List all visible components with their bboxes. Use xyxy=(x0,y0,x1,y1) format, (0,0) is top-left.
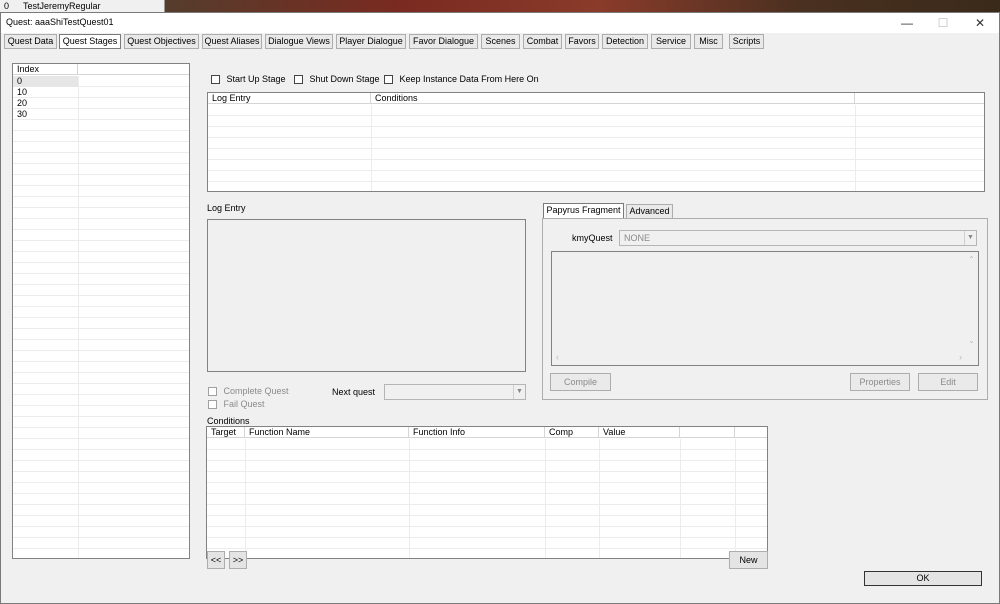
tab-misc[interactable]: Misc xyxy=(694,34,723,49)
index-column-header[interactable]: Index xyxy=(13,64,78,75)
target-column-header[interactable]: Target xyxy=(207,427,245,438)
fail-quest-label: Fail Quest xyxy=(223,399,265,409)
fail-quest-option[interactable]: Fail Quest xyxy=(208,399,265,410)
function-info-column-header[interactable]: Function Info xyxy=(409,427,545,438)
tab-combat[interactable]: Combat xyxy=(523,34,562,49)
keep-instance-label: Keep Instance Data From Here On xyxy=(399,74,539,84)
log-table-rows xyxy=(208,105,984,191)
minimize-button[interactable]: — xyxy=(889,13,925,33)
vertical-scrollbar[interactable]: ⌃ ⌄ xyxy=(965,252,978,352)
window-title: Quest: aaaShiTestQuest01 xyxy=(6,17,114,27)
complete-quest-option[interactable]: Complete Quest xyxy=(208,386,289,397)
column-divider xyxy=(735,439,736,558)
stage-row[interactable]: 0 xyxy=(13,76,78,87)
column-divider xyxy=(245,439,246,558)
maximize-button[interactable]: ☐ xyxy=(925,13,961,33)
tab-scripts[interactable]: Scripts xyxy=(729,34,764,49)
keep-instance-option[interactable]: Keep Instance Data From Here On xyxy=(384,74,539,85)
start-up-stage-option[interactable]: Start Up Stage xyxy=(211,74,286,85)
stage-rows: 0 10 20 30 xyxy=(13,76,189,558)
tab-scenes[interactable]: Scenes xyxy=(481,34,520,49)
complete-quest-label: Complete Quest xyxy=(223,386,289,396)
previous-button[interactable]: << xyxy=(207,551,225,569)
blank-column-header xyxy=(680,427,735,438)
stage-row[interactable]: 30 xyxy=(13,109,189,120)
tab-favor-dialogue[interactable]: Favor Dialogue xyxy=(409,34,478,49)
conditions-table-header: Target Function Name Function Info Comp … xyxy=(207,427,767,438)
chevron-down-icon: ▼ xyxy=(964,231,976,245)
value-column-header[interactable]: Value xyxy=(599,427,680,438)
column-divider xyxy=(599,439,600,558)
next-quest-dropdown[interactable]: ▼ xyxy=(384,384,526,400)
title-bar: Quest: aaaShiTestQuest01 — ☐ ✕ xyxy=(1,13,999,33)
conditions-label: Conditions xyxy=(207,416,250,426)
fail-quest-checkbox[interactable] xyxy=(208,400,217,410)
function-name-column-header[interactable]: Function Name xyxy=(245,427,409,438)
tab-detection[interactable]: Detection xyxy=(602,34,648,49)
tab-quest-objectives[interactable]: Quest Objectives xyxy=(124,34,199,49)
stage-index-list[interactable]: Index 0 10 20 30 xyxy=(12,63,190,559)
stage-row[interactable]: 20 xyxy=(13,98,189,109)
papyrus-fragment-panel: kmyQuest NONE ▼ ⌃ ⌄ ‹ › Compile Properties… xyxy=(542,218,988,400)
complete-quest-checkbox[interactable] xyxy=(208,387,217,397)
next-button[interactable]: >> xyxy=(229,551,247,569)
kmyquest-label: kmyQuest xyxy=(572,233,613,243)
horizontal-scrollbar[interactable]: ‹ › xyxy=(552,352,966,365)
shut-down-stage-label: Shut Down Stage xyxy=(309,74,380,84)
blank-column-header xyxy=(735,427,767,438)
background-row-name: TestJeremyRegular xyxy=(23,1,101,11)
log-entry-textarea[interactable] xyxy=(207,219,526,372)
stage-row[interactable]: 10 xyxy=(13,87,189,98)
tab-advanced[interactable]: Advanced xyxy=(626,204,673,219)
column-divider xyxy=(545,439,546,558)
background-row-index: 0 xyxy=(4,1,10,11)
conditions-column-header[interactable]: Conditions xyxy=(371,93,855,104)
kmyquest-dropdown[interactable]: NONE ▼ xyxy=(619,230,977,246)
log-table-header: Log Entry Conditions xyxy=(208,93,984,104)
tab-papyrus-fragment[interactable]: Papyrus Fragment xyxy=(543,203,624,219)
tab-dialogue-views[interactable]: Dialogue Views xyxy=(265,34,333,49)
background-list-row: 0 TestJeremyRegular xyxy=(0,0,165,12)
tab-service[interactable]: Service xyxy=(651,34,691,49)
column-divider xyxy=(371,105,372,191)
script-fragment-editor[interactable]: ⌃ ⌄ ‹ › xyxy=(551,251,979,366)
conditions-rows xyxy=(207,439,767,558)
log-entry-column-header[interactable]: Log Entry xyxy=(208,93,371,104)
tab-quest-aliases[interactable]: Quest Aliases xyxy=(202,34,262,49)
log-entry-label: Log Entry xyxy=(207,203,246,213)
column-divider xyxy=(855,105,856,191)
quest-window: Quest: aaaShiTestQuest01 — ☐ ✕ Quest Dat… xyxy=(0,12,1000,604)
shut-down-stage-checkbox[interactable] xyxy=(294,75,303,85)
column-divider xyxy=(78,76,79,558)
keep-instance-checkbox[interactable] xyxy=(384,75,393,85)
start-up-stage-label: Start Up Stage xyxy=(226,74,286,84)
edit-button[interactable]: Edit xyxy=(918,373,978,391)
new-condition-button[interactable]: New xyxy=(729,551,768,569)
column-divider xyxy=(680,439,681,558)
properties-button[interactable]: Properties xyxy=(850,373,910,391)
stage-list-header: Index xyxy=(13,64,189,75)
kmyquest-value: NONE xyxy=(624,233,651,243)
close-button[interactable]: ✕ xyxy=(962,13,998,33)
tab-player-dialogue[interactable]: Player Dialogue xyxy=(336,34,406,49)
start-up-stage-checkbox[interactable] xyxy=(211,75,220,85)
tab-quest-data[interactable]: Quest Data xyxy=(4,34,57,49)
conditions-table[interactable]: Target Function Name Function Info Comp … xyxy=(206,426,768,559)
tab-favors[interactable]: Favors xyxy=(565,34,599,49)
shut-down-stage-option[interactable]: Shut Down Stage xyxy=(294,74,380,85)
ok-button[interactable]: OK xyxy=(864,571,982,586)
comp-column-header[interactable]: Comp xyxy=(545,427,599,438)
tab-quest-stages[interactable]: Quest Stages xyxy=(59,34,121,49)
column-divider xyxy=(409,439,410,558)
chevron-down-icon: ▼ xyxy=(513,385,525,399)
log-entry-table[interactable]: Log Entry Conditions xyxy=(207,92,985,192)
blank-column-header xyxy=(855,93,984,104)
compile-button[interactable]: Compile xyxy=(550,373,611,391)
blank-column-header xyxy=(78,64,189,75)
next-quest-label: Next quest xyxy=(332,387,376,397)
